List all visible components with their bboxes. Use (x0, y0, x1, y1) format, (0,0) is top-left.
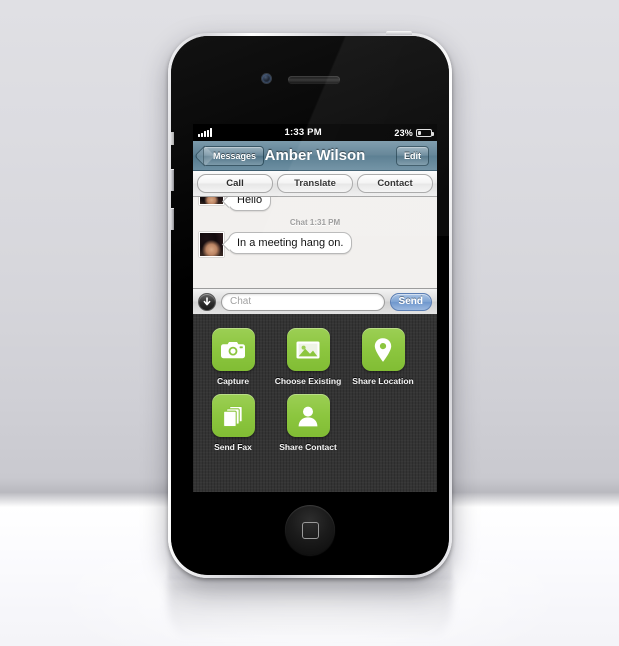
volume-up-button[interactable] (171, 169, 174, 191)
attachment-action-sheet: Capture Choose Existing Share Location S… (193, 314, 437, 492)
action-sheet-row: Capture Choose Existing Share Location (201, 328, 429, 386)
status-time: 1:33 PM (284, 127, 322, 138)
iphone-device: 1:33 PM 23% Messages Amber Wilson Edit C… (168, 31, 452, 578)
action-label: Share Contact (279, 442, 337, 452)
front-camera-icon (262, 74, 271, 83)
action-send-fax[interactable]: Send Fax (201, 394, 265, 452)
power-button[interactable] (386, 31, 412, 35)
message-row: In a meeting hang on. (199, 228, 431, 257)
chat-input[interactable]: Chat (221, 292, 385, 311)
arrow-down-icon[interactable] (198, 292, 216, 311)
conversation-timestamp: Chat 1:31 PM (289, 218, 341, 227)
edit-button-label: Edit (404, 150, 421, 161)
battery-icon (416, 128, 434, 137)
phone-screen: 1:33 PM 23% Messages Amber Wilson Edit C… (193, 124, 437, 492)
back-button-messages[interactable]: Messages (203, 145, 265, 166)
status-battery-group: 23% (394, 127, 434, 138)
earpiece-speaker-icon (288, 76, 340, 83)
home-square-icon (301, 521, 319, 539)
conversation-list[interactable]: Hello Chat 1:31 PM In a meeting hang on. (193, 197, 437, 288)
send-button[interactable]: Send (389, 292, 432, 311)
screenshot-stage: 1:33 PM 23% Messages Amber Wilson Edit C… (0, 0, 619, 646)
status-bar: 1:33 PM 23% (193, 124, 437, 141)
map-pin-icon (361, 328, 405, 371)
signal-strength-icon (198, 128, 212, 137)
action-capture[interactable]: Capture (201, 328, 265, 386)
pages-icon (211, 394, 255, 437)
action-label: Send Fax (214, 442, 252, 452)
message-bubble: Hello (228, 197, 272, 211)
action-choose-existing[interactable]: Choose Existing (274, 328, 342, 386)
call-button[interactable]: Call (197, 174, 273, 193)
volume-down-button[interactable] (171, 208, 174, 230)
avatar (199, 232, 224, 257)
message-bubble: In a meeting hang on. (228, 232, 353, 254)
edit-button[interactable]: Edit (396, 145, 429, 166)
photo-icon (286, 328, 330, 371)
battery-percent-label: 23% (394, 127, 413, 138)
message-input-bar: Chat Send (193, 288, 437, 314)
ring-silent-switch[interactable] (171, 132, 174, 145)
navigation-bar: Messages Amber Wilson Edit (193, 141, 437, 171)
action-sheet-row: Send Fax Share Contact (201, 394, 429, 452)
action-share-location[interactable]: Share Location (351, 328, 415, 386)
battery-fill (418, 130, 421, 135)
translate-button[interactable]: Translate (277, 174, 353, 193)
contact-button[interactable]: Contact (357, 174, 433, 193)
home-button[interactable] (285, 505, 335, 555)
action-label: Share Location (352, 376, 414, 386)
avatar (199, 197, 224, 205)
person-icon (286, 394, 330, 437)
action-label: Capture (216, 376, 250, 386)
device-body: 1:33 PM 23% Messages Amber Wilson Edit C… (171, 36, 449, 575)
camera-icon (211, 328, 255, 371)
action-toolbar: Call Translate Contact (193, 171, 437, 197)
phone-reflection-soft (168, 580, 452, 646)
back-button-label: Messages (213, 150, 257, 161)
action-label: Choose Existing (274, 376, 342, 386)
message-row: Hello (199, 197, 431, 211)
action-share-contact[interactable]: Share Contact (276, 394, 340, 452)
device-frame: 1:33 PM 23% Messages Amber Wilson Edit C… (168, 31, 452, 578)
